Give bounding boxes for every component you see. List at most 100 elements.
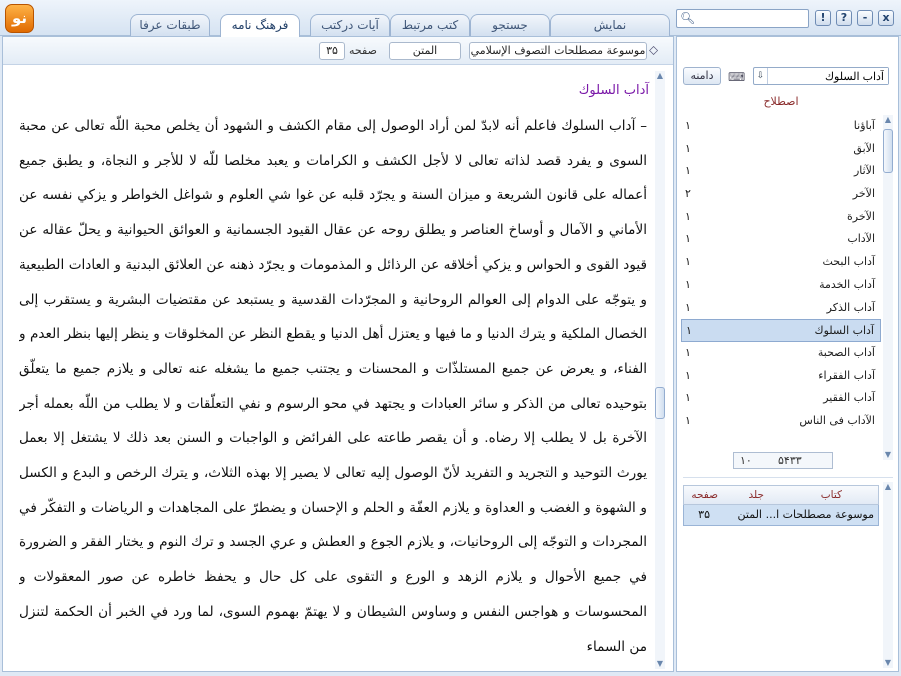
app-logo-icon[interactable]: نو — [5, 4, 34, 33]
tab-ayat[interactable]: آیات درکتب — [310, 14, 390, 36]
list-item[interactable]: آداب الصحبة ۱ — [681, 342, 881, 365]
chevron-down-icon[interactable]: ⇩ — [754, 68, 768, 84]
term-search[interactable]: ⇩ — [753, 67, 889, 85]
term-label: آداب الذكر — [826, 300, 875, 314]
tab-farhangname[interactable]: فرهنگ نامه — [220, 14, 300, 37]
list-item[interactable]: آداب البحث ۱ — [681, 251, 881, 274]
list-item[interactable]: آداب السلوك ۱ — [681, 319, 881, 342]
term-label: آداب الفقراء — [818, 368, 875, 382]
list-item[interactable]: الآبق ۱ — [681, 138, 881, 161]
term-count: ۱ — [685, 141, 691, 155]
scroll-thumb[interactable] — [883, 129, 893, 173]
pager-current[interactable]: ۱۰ — [740, 453, 752, 468]
cell-book: موسوعة مصطلحات ا... — [765, 508, 874, 521]
scroll-up-arrow-icon[interactable]: ▲ — [883, 115, 893, 125]
term-label: آداب الصحبة — [817, 345, 875, 359]
term-count: ۱ — [685, 232, 691, 246]
terms-list: آباؤنا ۱ الآبق ۱ الآثار ۱ الآخر ۲ الآخرة ۱ الآداب ۱… — [681, 115, 881, 433]
term-label: آداب الفقير — [823, 391, 875, 405]
table-row[interactable]: موسوعة مصطلحات ا... المتن ۳۵ — [683, 505, 879, 526]
tag-icon[interactable]: ⬦ — [649, 43, 665, 59]
breadcrumb-volume[interactable]: المتن — [389, 42, 461, 60]
tab-jostojoo[interactable]: جستجو — [470, 14, 550, 36]
term-label: الآخرة — [847, 209, 875, 223]
sources-table: كتاب جلد صفحه موسوعة مصطلحات ا... المتن … — [683, 485, 879, 526]
term-count: ۱ — [685, 255, 691, 269]
term-count: ۱ — [685, 368, 691, 382]
scroll-up-arrow-icon[interactable]: ▲ — [883, 482, 893, 492]
term-count: ۱ — [685, 345, 691, 359]
table-header: كتاب جلد صفحه — [683, 485, 879, 505]
global-search[interactable]: 🔍︎ — [676, 9, 809, 28]
term-label: آداب البحث — [822, 255, 876, 269]
term-count: ۱ — [686, 324, 692, 338]
column-volume[interactable]: جلد — [749, 489, 764, 501]
term-count: ۱ — [685, 277, 691, 291]
term-count: ۱ — [685, 164, 691, 178]
term-count: ۱ — [685, 300, 691, 314]
page-number-field[interactable]: ۳۵ — [319, 42, 345, 60]
scroll-thumb[interactable] — [655, 387, 665, 419]
term-count: ۲ — [685, 187, 691, 201]
list-item[interactable]: آداب الذكر ۱ — [681, 297, 881, 320]
term-label: الآبق — [853, 141, 875, 155]
terms-pager: ۱۰ ۵۴۳۳ — [733, 452, 833, 469]
term-search-input[interactable] — [770, 68, 888, 84]
document-text: – آداب السلوك فاعلم أنه لابدّ لمن أراد ا… — [19, 109, 647, 665]
list-item[interactable]: الآثار ۱ — [681, 160, 881, 183]
list-item[interactable]: الآداب فى الناس ۱ — [681, 410, 881, 433]
terms-list-header: اصطلاح — [763, 95, 799, 108]
tab-tabaqat[interactable]: طبقات عرفا — [130, 14, 210, 36]
document-paragraph: – آداب السلوك فاعلم أنه لابدّ لمن أراد ا… — [19, 118, 647, 655]
document-title: آداب السلوك — [578, 83, 649, 98]
cell-page: ۳۵ — [698, 508, 710, 521]
minimize-button[interactable]: - — [857, 10, 873, 26]
scroll-down-arrow-icon[interactable]: ▼ — [883, 450, 893, 460]
term-label: آداب الخدمة — [819, 277, 875, 291]
list-item[interactable]: الآخرة ۱ — [681, 206, 881, 229]
scroll-up-arrow-icon[interactable]: ▲ — [655, 71, 665, 81]
list-item[interactable]: آداب الفقير ۱ — [681, 387, 881, 410]
scroll-down-arrow-icon[interactable]: ▼ — [655, 659, 665, 669]
keyboard-icon[interactable]: ⌨ — [728, 70, 745, 84]
term-label: الآداب فى الناس — [799, 413, 875, 427]
column-page[interactable]: صفحه — [691, 489, 718, 501]
search-icon[interactable]: 🔍︎ — [680, 11, 695, 25]
help-button[interactable]: ? — [836, 10, 852, 26]
top-bar: نو طبقات عرفا فرهنگ نامه آیات درکتب كتب … — [0, 0, 901, 37]
global-search-input[interactable] — [695, 11, 805, 26]
terms-scrollbar[interactable]: ▲ ▼ — [883, 115, 893, 460]
breadcrumb-book[interactable]: موسوعة مصطلحات التصوف الإسلامي — [469, 42, 647, 60]
scope-button[interactable]: دامنه — [683, 67, 721, 85]
list-item[interactable]: آباؤنا ۱ — [681, 115, 881, 138]
document-scrollbar[interactable]: ▲ ▼ — [655, 71, 665, 669]
list-item[interactable]: آداب الخدمة ۱ — [681, 274, 881, 297]
term-count: ۱ — [685, 391, 691, 405]
breadcrumb: ⬦ موسوعة مصطلحات التصوف الإسلامي المتن ص… — [3, 37, 673, 65]
close-button[interactable]: x — [878, 10, 894, 26]
cell-volume: المتن — [737, 508, 762, 521]
term-label: الآثار — [853, 164, 875, 178]
term-label: الآخر — [852, 187, 875, 201]
pager-total: ۵۴۳۳ — [778, 454, 802, 467]
term-count: ۱ — [685, 119, 691, 132]
alert-button[interactable]: ! — [815, 10, 831, 26]
page-label: صفحه — [349, 44, 377, 57]
term-count: ۱ — [685, 209, 691, 223]
sources-scrollbar[interactable]: ▲ ▼ — [883, 482, 893, 668]
tab-kotob-mortabet[interactable]: كتب مرتبط — [390, 14, 470, 36]
term-label: آداب السلوك — [814, 324, 874, 338]
tab-namayesh[interactable]: نمایش — [550, 14, 670, 36]
document-panel: ⬦ موسوعة مصطلحات التصوف الإسلامي المتن ص… — [2, 36, 674, 672]
main-tabs: طبقات عرفا فرهنگ نامه آیات درکتب كتب مرت… — [130, 14, 670, 37]
term-label: آباؤنا — [853, 119, 875, 132]
divider — [683, 477, 893, 478]
scroll-down-arrow-icon[interactable]: ▼ — [883, 658, 893, 668]
list-item[interactable]: آداب الفقراء ۱ — [681, 365, 881, 388]
term-label: الآداب — [847, 232, 875, 246]
terms-panel: ⇩ ⌨ دامنه اصطلاح آباؤنا۱الآبق۱الآثار۱الآ… — [676, 36, 899, 672]
list-item[interactable]: الآداب ۱ — [681, 228, 881, 251]
list-item[interactable]: الآخر ۲ — [681, 183, 881, 206]
term-count: ۱ — [685, 413, 691, 427]
column-book[interactable]: كتاب — [821, 489, 842, 501]
